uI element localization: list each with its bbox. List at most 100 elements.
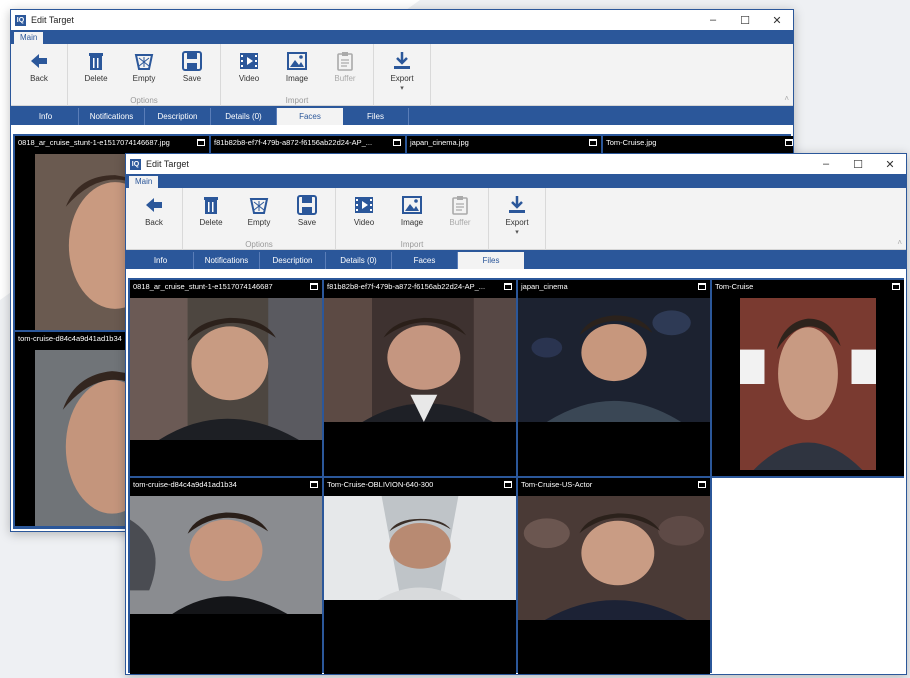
maximize-button[interactable]: ☐: [842, 154, 874, 174]
save-label: Save: [297, 218, 317, 227]
file-card[interactable]: Tom-Cruise: [712, 280, 904, 476]
maximize-icon[interactable]: [393, 139, 401, 146]
empty-button[interactable]: Empty: [120, 48, 168, 83]
face-photo: [324, 298, 516, 422]
file-name: japan_cinema: [521, 282, 568, 291]
import-group-label: Import: [285, 96, 309, 105]
ribbon-tab-main[interactable]: Main: [14, 32, 44, 44]
ribbon: Back Delete Empty Save Options Video Ima…: [126, 188, 906, 250]
ribbon-group-import: Video Image Buffer Import: [221, 44, 374, 106]
video-button[interactable]: Video: [225, 48, 273, 83]
video-label: Video: [353, 218, 375, 227]
minimize-button[interactable]: –: [810, 154, 842, 174]
file-card[interactable]: 0818_ar_cruise_stunt-1-e1517074146687: [130, 280, 322, 476]
face-photo: [130, 298, 322, 440]
file-name: tom-cruise-d84c4a9d41ad1b34: [18, 334, 122, 343]
file-card[interactable]: Tom-Cruise-US-Actor: [518, 478, 710, 674]
file-name: f81b82b8-ef7f-479b-a872-f6156ab22d24-AP_…: [214, 138, 373, 147]
export-download-icon: [394, 52, 410, 69]
close-button[interactable]: ✕: [874, 154, 906, 174]
file-name: tom-cruise-d84c4a9d41ad1b34: [133, 480, 237, 489]
face-photo: [740, 298, 876, 470]
trash-icon: [204, 197, 218, 214]
ribbon-group-export: Export ▾: [374, 44, 431, 106]
file-card[interactable]: japan_cinema: [518, 280, 710, 476]
buffer-button[interactable]: Buffer: [436, 192, 484, 227]
file-card[interactable]: Tom-Cruise-OBLIVION-640-300: [324, 478, 516, 674]
file-name: 0818_ar_cruise_stunt-1-e1517074146687: [133, 282, 273, 291]
export-button[interactable]: Export ▾: [378, 48, 426, 92]
tab-notifications[interactable]: Notifications: [194, 252, 260, 269]
maximize-icon[interactable]: [589, 139, 597, 146]
image-label: Image: [285, 74, 309, 83]
maximize-icon[interactable]: [698, 283, 706, 290]
collapse-ribbon-icon[interactable]: ˄: [897, 238, 902, 247]
chevron-down-icon: ▾: [515, 229, 519, 236]
close-button[interactable]: ✕: [761, 10, 793, 30]
maximize-icon[interactable]: [504, 481, 512, 488]
export-button[interactable]: Export ▾: [493, 192, 541, 236]
face-photo: [130, 496, 322, 614]
tab-info[interactable]: Info: [13, 108, 79, 125]
empty-button[interactable]: Empty: [235, 192, 283, 227]
back-arrow-icon: [31, 54, 47, 68]
maximize-icon[interactable]: [310, 283, 318, 290]
image-button[interactable]: Image: [388, 192, 436, 227]
tab-info[interactable]: Info: [128, 252, 194, 269]
maximize-button[interactable]: ☐: [729, 10, 761, 30]
ribbon-group-options: Delete Empty Save Options: [183, 188, 336, 250]
save-button[interactable]: Save: [283, 192, 331, 227]
save-disk-icon: [182, 51, 202, 71]
empty-label: Empty: [132, 74, 156, 83]
back-button[interactable]: Back: [15, 48, 63, 83]
back-button[interactable]: Back: [130, 192, 178, 227]
tab-notifications[interactable]: Notifications: [79, 108, 145, 125]
tab-files[interactable]: Files: [458, 252, 524, 269]
image-button[interactable]: Image: [273, 48, 321, 83]
face-photo: [324, 496, 516, 600]
tab-details[interactable]: Details (0): [211, 108, 277, 125]
tab-details[interactable]: Details (0): [326, 252, 392, 269]
tab-description[interactable]: Description: [260, 252, 326, 269]
maximize-icon[interactable]: [785, 139, 793, 146]
export-label: Export: [505, 218, 529, 227]
maximize-icon[interactable]: [310, 481, 318, 488]
trash-icon: [89, 53, 103, 70]
save-button[interactable]: Save: [168, 48, 216, 83]
file-name: Tom-Cruise: [715, 282, 754, 291]
empty-label: Empty: [247, 218, 271, 227]
delete-button[interactable]: Delete: [187, 192, 235, 227]
file-card[interactable]: tom-cruise-d84c4a9d41ad1b34: [130, 478, 322, 674]
tab-faces[interactable]: Faces: [277, 108, 343, 125]
maximize-icon[interactable]: [698, 481, 706, 488]
ribbon-group-nav: Back: [126, 188, 183, 250]
video-button[interactable]: Video: [340, 192, 388, 227]
maximize-icon[interactable]: [892, 283, 900, 290]
ribbon-tab-main[interactable]: Main: [129, 176, 159, 188]
ribbon-tab-strip: Main: [11, 30, 793, 44]
options-group-label: Options: [130, 96, 158, 105]
file-card[interactable]: f81b82b8-ef7f-479b-a872-f6156ab22d24-AP_…: [324, 280, 516, 476]
export-label: Export: [390, 74, 414, 83]
tab-faces[interactable]: Faces: [392, 252, 458, 269]
back-arrow-icon: [146, 198, 162, 212]
delete-button[interactable]: Delete: [72, 48, 120, 83]
buffer-label: Buffer: [449, 218, 471, 227]
image-icon: [402, 196, 422, 214]
maximize-icon[interactable]: [197, 139, 205, 146]
file-name: Tom-Cruise-OBLIVION-640-300: [327, 480, 434, 489]
collapse-ribbon-icon[interactable]: ˄: [784, 94, 789, 103]
title-bar: IQ Edit Target – ☐ ✕: [11, 10, 793, 30]
tab-description[interactable]: Description: [145, 108, 211, 125]
empty-bin-icon: [134, 54, 154, 70]
maximize-icon[interactable]: [504, 283, 512, 290]
title-bar: IQ Edit Target – ☐ ✕: [126, 154, 906, 174]
save-disk-icon: [297, 195, 317, 215]
delete-label: Delete: [84, 74, 108, 83]
minimize-button[interactable]: –: [697, 10, 729, 30]
file-name: Tom-Cruise.jpg: [606, 138, 657, 147]
video-film-icon: [240, 53, 258, 69]
buffer-button[interactable]: Buffer: [321, 48, 369, 83]
edit-target-window: IQ Edit Target – ☐ ✕ Main Back Delete Em…: [125, 153, 907, 675]
tab-files[interactable]: Files: [343, 108, 409, 125]
